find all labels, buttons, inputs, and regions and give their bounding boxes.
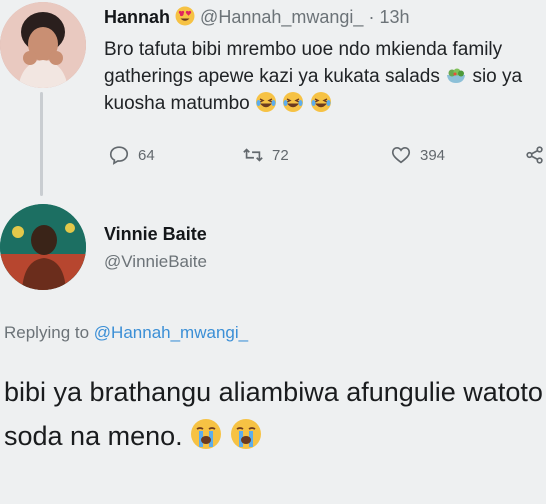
share-icon [526,146,543,164]
loudly-crying-emoji-icon [230,419,261,449]
tweet-screenshot: Hannah @Hannah_mwangi_ · 13h Bro tafuta … [0,0,546,504]
parent-handle[interactable]: @Hannah_mwangi_ [200,7,363,27]
reply-display-name[interactable]: Vinnie Baite [104,224,207,245]
avatar-vinnie[interactable] [0,204,86,290]
replying-to-line: Replying to @Hannah_mwangi_ [4,323,248,343]
thread-connector-line [40,92,43,196]
parent-tweet-header: Hannah @Hannah_mwangi_ · 13h [104,6,410,28]
avatar-hannah-image [0,2,86,88]
like-count: 394 [420,146,446,164]
salad-emoji-icon [447,68,466,83]
parent-text-main: Bro tafuta bibi mrembo uoe ndo mkienda f… [104,39,503,87]
avatar-hannah[interactable] [0,2,86,88]
tweet-action-bar: 64 72 394 [104,144,544,170]
retweet-icon [243,148,263,162]
replying-to-label: Replying to [4,323,90,342]
retweet-count: 72 [272,146,289,164]
share-button[interactable] [524,144,546,166]
heart-icon [391,147,411,164]
reply-count: 64 [138,146,155,164]
like-button[interactable]: 394 [390,144,445,166]
laughing-emoji-icon [283,92,304,112]
reply-handle[interactable]: @VinnieBaite [104,252,207,272]
parent-tweet-text: Bro tafuta bibi mrembo uoe ndo mkienda f… [104,36,534,117]
avatar-vinnie-image [0,204,86,290]
replying-to-mention[interactable]: @Hannah_mwangi_ [94,323,248,342]
reply-button[interactable]: 64 [108,144,155,166]
retweet-button[interactable]: 72 [242,144,289,166]
heart-eyes-emoji-icon [175,6,195,26]
reply-icon [109,146,129,165]
reply-tweet-text: bibi ya brathangu aliambiwa afungulie wa… [4,370,544,458]
tweet-timestamp[interactable]: 13h [379,7,409,27]
reply-text: bibi ya brathangu aliambiwa afungulie wa… [4,377,543,451]
parent-display-name[interactable]: Hannah [104,7,170,27]
laughing-emoji-icon [310,92,331,112]
dot-separator: · [368,7,375,27]
loudly-crying-emoji-icon [191,419,222,449]
laughing-emoji-icon [256,92,277,112]
